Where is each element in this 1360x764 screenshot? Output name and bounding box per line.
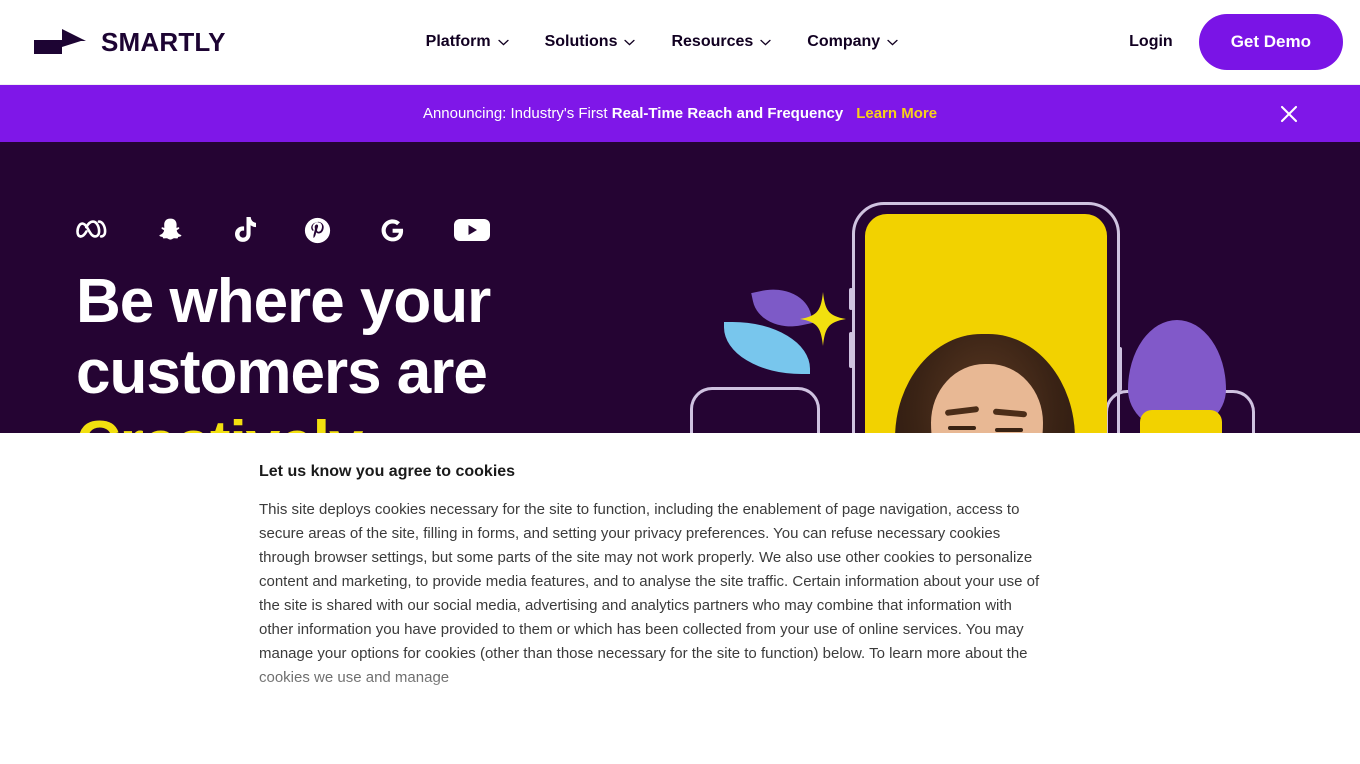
header-actions: Login Get Demo (1129, 14, 1343, 70)
site-header: SMARTLY Platform Solutions Resources Com… (0, 0, 1360, 85)
cookie-consent-banner: Let us know you agree to cookies This si… (0, 433, 1360, 764)
hero-headline: Be where your customers are Creatively. (76, 266, 716, 434)
page-root: SMARTLY Platform Solutions Resources Com… (0, 0, 1360, 764)
chevron-down-icon (760, 39, 771, 45)
chevron-down-icon (887, 39, 898, 45)
model-eye-left (948, 426, 976, 430)
cookie-title: Let us know you agree to cookies (259, 463, 516, 480)
chevron-down-icon (497, 39, 509, 45)
pinterest-icon (304, 215, 331, 245)
nav-item-label: Platform (425, 33, 491, 50)
login-link[interactable]: Login (1129, 33, 1173, 51)
model-brow-right (992, 408, 1028, 418)
logo-text: SMARTLY (101, 26, 226, 57)
cookie-body: Let us know you agree to cookies This si… (259, 463, 1049, 690)
phone-button-left-bottom (849, 332, 853, 368)
hero-headline-line2: customers are (76, 338, 488, 407)
decor-yellow-tile (1140, 410, 1222, 434)
nav-item-company[interactable]: Company (807, 33, 898, 51)
announcement-bold: Real-Time Reach and Frequency (611, 105, 844, 122)
nav-item-label: Solutions (544, 33, 618, 50)
smartly-arrow-logo-icon (34, 29, 86, 54)
youtube-icon (454, 215, 490, 245)
snapchat-icon (158, 215, 184, 245)
close-icon[interactable] (1276, 101, 1302, 127)
learn-more-link[interactable]: Learn More (856, 105, 937, 122)
nav-item-label: Company (807, 33, 881, 50)
tiktok-icon (232, 215, 256, 245)
decor-sparkle-icon (800, 292, 846, 346)
nav-item-solutions[interactable]: Solutions (545, 33, 636, 51)
model-brow-left (944, 405, 980, 417)
google-icon (379, 215, 406, 245)
nav-item-platform[interactable]: Platform (426, 33, 509, 51)
hero-content: Be where your customers are Creatively. (76, 142, 716, 434)
main-nav: Platform Solutions Resources Company (426, 33, 899, 51)
cookie-description: This site deploys cookies necessary for … (259, 501, 1040, 686)
phone-button-left-top (849, 288, 853, 310)
nav-item-label: Resources (671, 33, 754, 50)
announcement-text: Announcing: Industry's First Real-Time R… (423, 105, 843, 122)
hero-artwork (690, 142, 1360, 434)
meta-icon (76, 215, 110, 245)
phone-button-right (1118, 347, 1122, 391)
nav-item-resources[interactable]: Resources (671, 33, 771, 51)
get-demo-button[interactable]: Get Demo (1198, 14, 1343, 70)
hero-headline-accent: Creatively. (76, 408, 716, 434)
logo[interactable]: SMARTLY (32, 27, 226, 58)
social-platform-icons (76, 214, 716, 246)
hero-headline-line1: Be where your (76, 267, 491, 336)
hero-section: Be where your customers are Creatively. (0, 142, 1360, 434)
announcement-prefix: Announcing: Industry's First (422, 105, 612, 122)
phone-screen (865, 214, 1107, 434)
decor-blue-leaf (724, 322, 810, 374)
announcement-content: Announcing: Industry's First Real-Time R… (423, 105, 937, 122)
chevron-down-icon (624, 39, 636, 45)
announcement-bar: Announcing: Industry's First Real-Time R… (0, 85, 1360, 142)
model-eye-right (995, 428, 1023, 432)
